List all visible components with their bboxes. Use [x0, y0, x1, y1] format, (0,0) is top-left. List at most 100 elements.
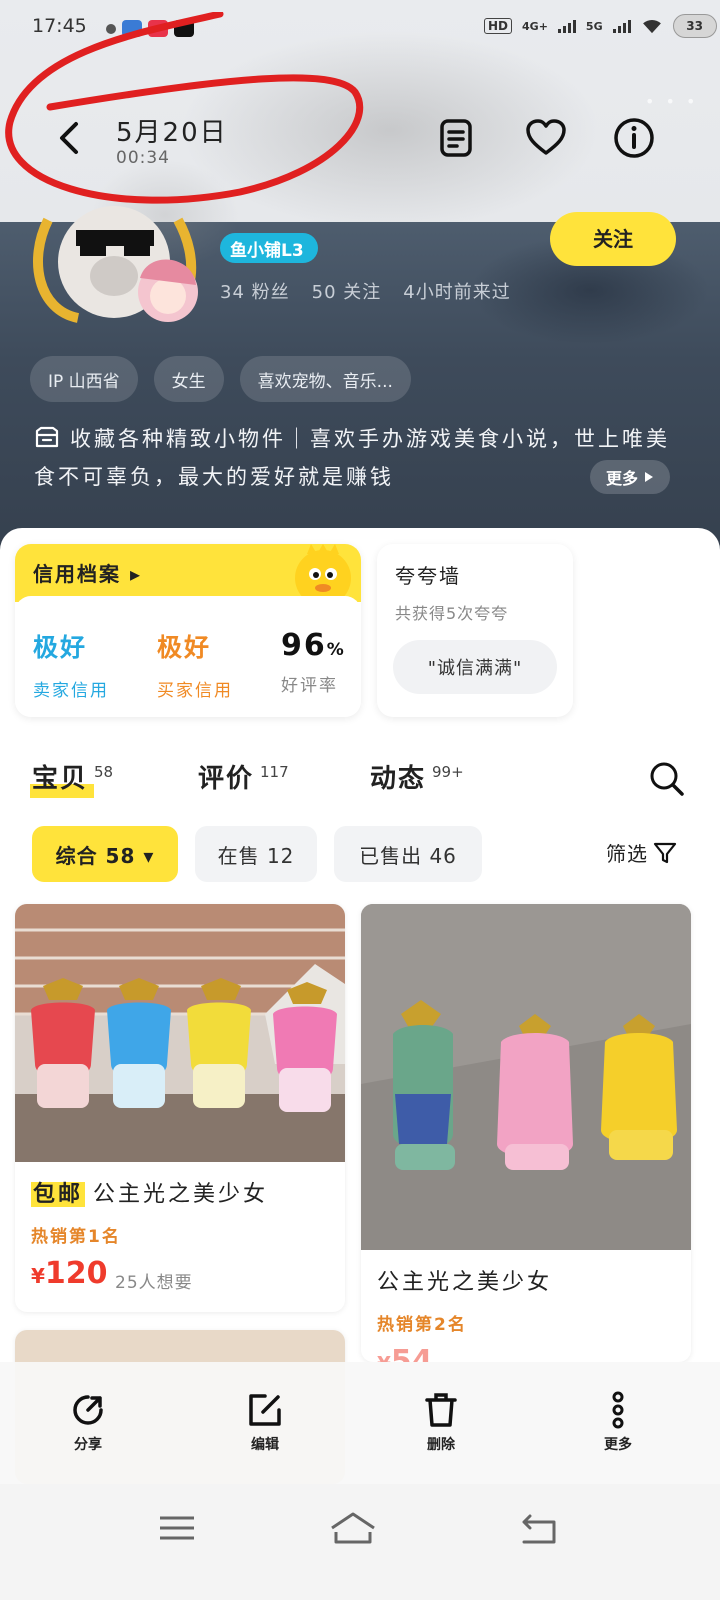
share-button[interactable]: 分享	[48, 1390, 128, 1454]
product-title-text: 公主光之美少女	[93, 1182, 269, 1207]
tab-label: 评价	[198, 764, 255, 794]
signal-icon	[557, 19, 576, 33]
product-card[interactable]: 公主光之美少女 热销第2名 ¥54	[361, 904, 691, 1362]
following-count[interactable]: 50 关注	[312, 278, 382, 304]
want-count: 25人想要	[115, 1273, 193, 1293]
app-notification-icon	[148, 20, 168, 37]
menu-icon[interactable]	[152, 1508, 202, 1548]
product-rank: 热销第1名	[31, 1227, 121, 1247]
seller-credit: 极好 卖家信用	[33, 628, 109, 701]
tab-count: 117	[260, 763, 289, 781]
seller-credit-value: 极好	[33, 633, 88, 662]
kuakua-title: 夸夸墙	[395, 564, 461, 588]
currency-symbol: ¥	[31, 1264, 45, 1288]
status-right: HD 4G+ 5G 33	[484, 14, 717, 38]
product-card[interactable]: 包邮 公主光之美少女 热销第1名 ¥120 25人想要	[15, 904, 345, 1312]
tab-label: 宝贝	[32, 764, 89, 794]
product-title: 公主光之美少女	[377, 1270, 553, 1295]
bio-text: 收藏各种精致小物件｜喜欢手办游戏美食小说，世上唯美食不可辜负，最大的爱好就是赚钱	[34, 427, 670, 489]
currency-symbol: ¥	[377, 1352, 391, 1362]
notes-icon[interactable]	[434, 116, 478, 160]
buyer-credit-value: 极好	[157, 633, 212, 662]
triangle-right-icon	[645, 472, 653, 482]
tab-count: 58	[94, 763, 114, 781]
tab-activity[interactable]: 动态 99+	[370, 758, 464, 795]
product-rank: 热销第2名	[377, 1315, 467, 1335]
app-notification-icon	[174, 20, 194, 37]
nav-time: 00:34	[116, 148, 170, 168]
heart-icon[interactable]	[524, 116, 568, 160]
credit-profile-card[interactable]: 信用档案 ▸ 极好 卖家信用 极好 买家信用 96% 好评率	[15, 544, 361, 717]
level-badge-label: 鱼小铺L3	[230, 240, 304, 261]
delete-label: 删除	[427, 1437, 455, 1453]
delete-button[interactable]: 删除	[401, 1390, 481, 1454]
nav-date: 5月20日	[116, 118, 228, 148]
home-icon[interactable]	[328, 1508, 378, 1548]
info-icon[interactable]	[612, 116, 656, 160]
edit-button[interactable]: 编辑	[225, 1390, 305, 1454]
last-seen: 4小时前来过	[403, 282, 511, 303]
kuakua-wall-card[interactable]: 夸夸墙 共获得5次夸夸 "诚信满满"	[377, 544, 573, 717]
more-button[interactable]: 更多	[578, 1390, 658, 1454]
product-title: 包邮 公主光之美少女	[31, 1176, 268, 1208]
product-image	[361, 904, 691, 1250]
tag-location: IP 山西省	[30, 356, 138, 402]
bio-more-button[interactable]: 更多	[590, 460, 670, 494]
network-label: 4G+	[522, 19, 548, 33]
product-image	[15, 904, 345, 1162]
signal-icon	[612, 19, 631, 33]
filter-label: 筛选	[606, 842, 648, 866]
network-label: 5G	[585, 19, 603, 33]
profile-stats: 34 粉丝 50 关注 4小时前来过	[220, 278, 511, 304]
kuakua-pill[interactable]: "诚信满满"	[393, 640, 557, 694]
avatar[interactable]	[28, 200, 200, 330]
tab-count: 99+	[432, 763, 464, 781]
battery-icon: 33	[672, 14, 717, 38]
level-badge[interactable]: 鱼小铺L3	[220, 233, 318, 263]
trash-icon	[425, 1393, 457, 1427]
status-time: 17:45	[32, 15, 87, 37]
price-value: 120	[44, 1256, 108, 1291]
app-notification-icon	[122, 20, 142, 37]
filter-button[interactable]: 筛选	[606, 838, 678, 867]
search-icon[interactable]	[646, 758, 686, 798]
filter-icon	[653, 842, 677, 863]
chip-sold[interactable]: 已售出 46	[334, 826, 482, 882]
more-label: 更多	[605, 469, 638, 488]
status-bar: 17:45 HD 4G+ 5G 33	[0, 0, 720, 56]
edit-icon	[249, 1394, 281, 1426]
profile-tags: IP 山西省 女生 喜欢宠物、音乐...	[30, 356, 411, 402]
wifi-icon	[642, 19, 661, 34]
tag-gender: 女生	[153, 356, 224, 402]
buyer-credit-label: 买家信用	[157, 681, 233, 701]
notification-icons	[106, 20, 194, 37]
tag-interests[interactable]: 喜欢宠物、音乐...	[239, 356, 411, 402]
notification-dot-icon	[106, 23, 116, 34]
more-vertical-icon	[612, 1391, 624, 1429]
tab-reviews[interactable]: 评价 117	[198, 758, 289, 795]
dots-decoration: • • •	[645, 92, 699, 111]
credit-title: 信用档案 ▸	[33, 562, 143, 586]
free-shipping-badge: 包邮	[31, 1182, 86, 1207]
hd-icon: HD	[484, 18, 513, 34]
back-arrow-icon[interactable]	[52, 118, 86, 158]
positive-rate-label: 好评率	[281, 676, 338, 696]
back-icon[interactable]	[514, 1508, 564, 1548]
price-value: 54	[390, 1344, 433, 1362]
follow-button[interactable]: 关注	[550, 212, 676, 266]
product-price: ¥120	[31, 1256, 108, 1291]
more-label: 更多	[604, 1437, 632, 1453]
share-icon	[73, 1395, 103, 1425]
chip-all[interactable]: 综合 58 ▾	[32, 826, 178, 882]
product-price: ¥54	[377, 1344, 433, 1362]
edit-label: 编辑	[251, 1437, 279, 1453]
seller-credit-label: 卖家信用	[33, 681, 109, 701]
positive-rate-value: 96	[281, 628, 327, 663]
followers-count[interactable]: 34 粉丝	[220, 278, 290, 304]
positive-rate: 96% 好评率	[281, 628, 346, 696]
bio-icon	[35, 426, 59, 448]
chip-on-sale[interactable]: 在售 12	[195, 826, 317, 882]
share-label: 分享	[74, 1437, 102, 1453]
tab-items[interactable]: 宝贝 58	[32, 758, 113, 795]
kuakua-subtitle: 共获得5次夸夸	[395, 604, 509, 623]
